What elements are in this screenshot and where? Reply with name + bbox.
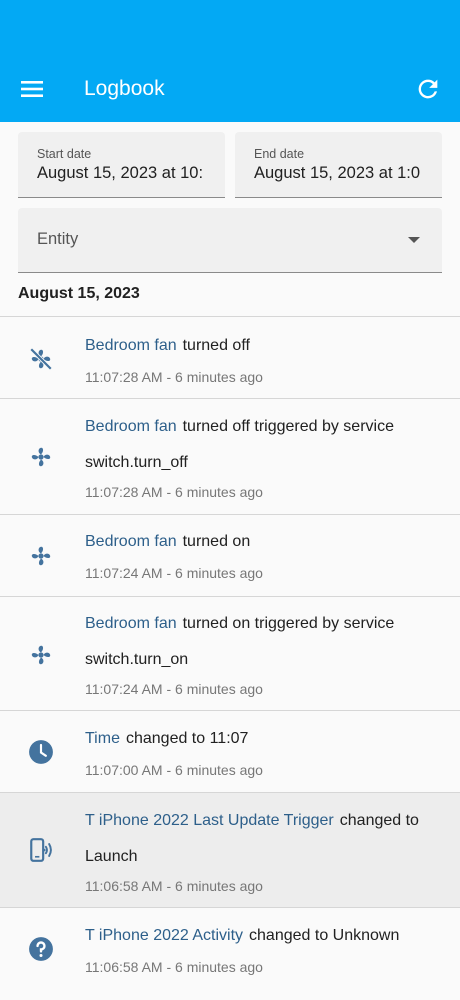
entry-time: 11:07:24 AM - 6 minutes ago [85,565,263,581]
entry-message: Bedroom fan turned on triggered by servic… [85,606,444,678]
refresh-icon[interactable] [414,75,442,103]
help-circle-icon [29,937,53,961]
entry-time: 11:07:00 AM - 6 minutes ago [85,762,263,778]
entity-picker[interactable]: Entity [18,208,442,273]
logbook-entry: Bedroom fan turned off 11:07:28 AM - 6 mi… [0,316,460,398]
entity-link[interactable]: Bedroom fan [85,615,177,632]
entry-time: 11:07:24 AM - 6 minutes ago [85,681,263,697]
logbook-entry: Bedroom fan turned on 11:07:24 AM - 6 min… [0,514,460,596]
fan-icon [31,546,51,566]
entity-link[interactable]: T iPhone 2022 Last Update Trigger [85,812,334,829]
fan-off-icon [29,347,53,371]
entity-link[interactable]: Time [85,730,120,747]
phone-wireless-icon [30,838,52,862]
dropdown-arrow-icon[interactable] [408,237,420,243]
end-date-field[interactable]: End date August 15, 2023 at 1:0 [235,132,442,198]
entry-message: Bedroom fan turned on [85,524,444,560]
logbook-entry: Bedroom fan turned off triggered by servi… [0,398,460,514]
entry-time: 11:06:58 AM - 6 minutes ago [85,878,263,894]
page-title: Logbook [84,77,165,100]
logbook-entry: Bedroom fan turned on triggered by servic… [0,596,460,710]
entry-time: 11:07:28 AM - 6 minutes ago [85,369,263,385]
entry-time: 11:06:58 AM - 6 minutes ago [85,959,263,975]
status-bar [0,0,460,56]
clock-icon [29,740,53,764]
entity-link[interactable]: Bedroom fan [85,533,177,550]
end-date-value: August 15, 2023 at 1:0 [254,164,421,182]
entry-message: Time changed to 11:07 [85,721,444,757]
fan-icon [31,447,51,467]
logbook-entry: Time changed to 11:07 11:07:00 AM - 6 min… [0,710,460,792]
entry-text: turned off [182,337,250,354]
entry-message: Bedroom fan turned off triggered by servi… [85,409,444,481]
start-date-value: August 15, 2023 at 10: [37,164,204,182]
date-header: August 15, 2023 [18,285,140,302]
entry-message: Bedroom fan turned off [85,328,444,364]
entry-message: T iPhone 2022 Last Update Trigger changed… [85,803,444,875]
menu-icon[interactable] [18,76,46,102]
start-date-field[interactable]: Start date August 15, 2023 at 10: [18,132,225,198]
logbook-entry: T iPhone 2022 Activity changed to Unknown… [0,907,460,1000]
entity-link[interactable]: Bedroom fan [85,418,177,435]
fan-icon [31,645,51,665]
entity-link[interactable]: T iPhone 2022 Activity [85,927,243,944]
entry-text: changed to Unknown [249,927,400,944]
app-bar: Logbook [0,56,460,122]
entry-text: changed to 11:07 [125,730,249,747]
end-date-label: End date [254,147,305,161]
entity-link[interactable]: Bedroom fan [85,337,177,354]
start-date-label: Start date [37,147,92,161]
entry-text: turned on [182,533,251,550]
entry-time: 11:07:28 AM - 6 minutes ago [85,484,263,500]
entity-label: Entity [37,230,79,248]
logbook-entry: T iPhone 2022 Last Update Trigger changed… [0,792,460,907]
entry-message: T iPhone 2022 Activity changed to Unknown [85,918,444,954]
